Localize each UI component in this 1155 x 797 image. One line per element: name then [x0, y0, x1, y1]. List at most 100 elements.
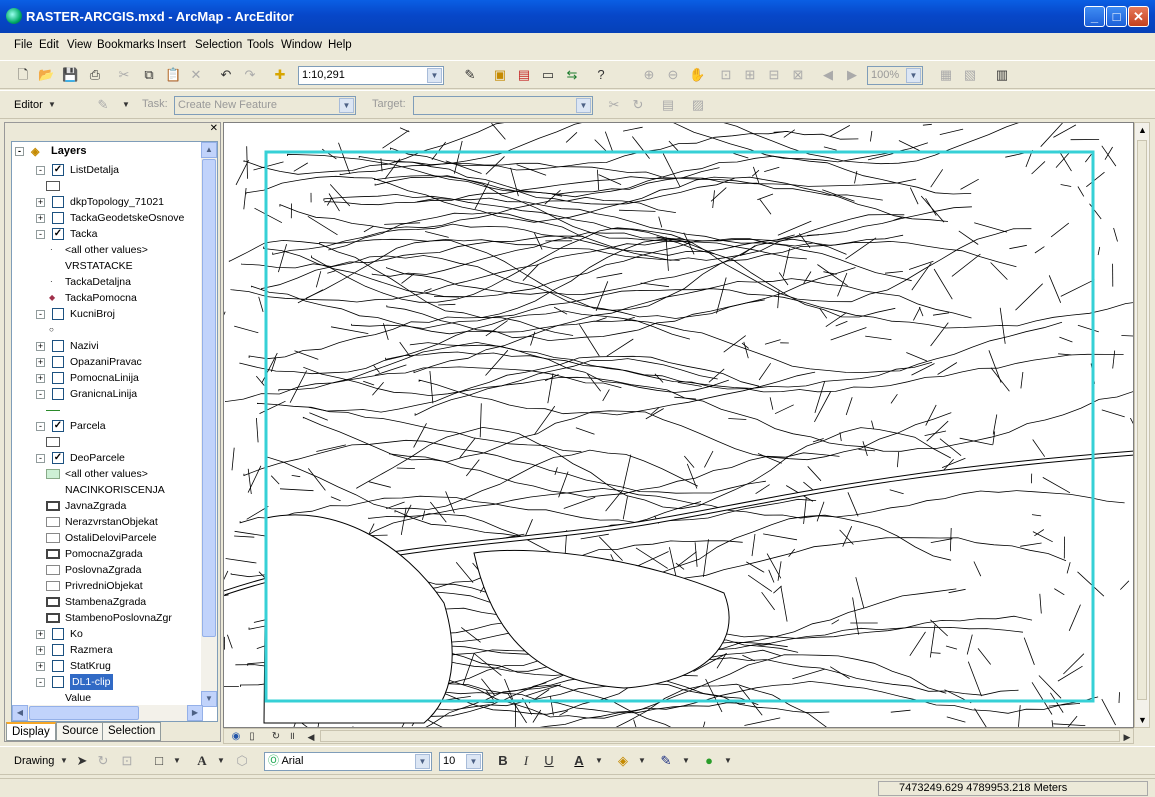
- toc-horizontal-scrollbar[interactable]: ◀ ▶: [12, 705, 203, 721]
- fill-symbol-swatch[interactable]: [46, 565, 60, 575]
- chevron-down-icon[interactable]: ▼: [678, 753, 694, 769]
- expand-icon[interactable]: +: [36, 214, 45, 223]
- layer-row[interactable]: - ✓ Parcela: [12, 418, 202, 434]
- select-elements-icon[interactable]: ➤: [74, 753, 90, 769]
- chevron-down-icon[interactable]: ▼: [118, 97, 134, 113]
- legend-row[interactable]: StambenoPoslovnaZgr: [12, 610, 202, 626]
- expand-icon[interactable]: +: [36, 646, 45, 655]
- line-color-icon[interactable]: ✎: [658, 753, 674, 769]
- layer-name[interactable]: ListDetalja: [70, 162, 119, 178]
- collapse-icon[interactable]: -: [15, 147, 24, 156]
- layer-name[interactable]: KucniBroj: [70, 306, 115, 322]
- print-icon[interactable]: ⎙: [87, 67, 103, 83]
- scroll-thumb[interactable]: [320, 730, 1120, 742]
- fill-symbol-swatch[interactable]: [46, 437, 60, 447]
- menu-window[interactable]: Window: [281, 39, 322, 51]
- layer-row[interactable]: - KucniBroj: [12, 306, 202, 322]
- layer-visibility-checkbox[interactable]: [52, 388, 64, 400]
- point-symbol-icon[interactable]: ·: [50, 242, 53, 258]
- expand-icon[interactable]: +: [36, 198, 45, 207]
- maximize-button[interactable]: □: [1106, 6, 1127, 27]
- fixed-zoom-in-icon[interactable]: ⊞: [742, 67, 758, 83]
- underline-button[interactable]: U: [541, 753, 557, 769]
- layer-visibility-checkbox[interactable]: [52, 308, 64, 320]
- layer-visibility-checkbox[interactable]: ✓: [52, 164, 64, 176]
- fill-symbol-swatch[interactable]: [46, 517, 60, 527]
- expand-icon[interactable]: +: [36, 358, 45, 367]
- scroll-thumb[interactable]: [202, 159, 216, 637]
- legend-row[interactable]: PomocnaZgrada: [12, 546, 202, 562]
- layer-name[interactable]: Razmera: [70, 642, 113, 658]
- legend-row[interactable]: NACINKORISCENJA: [12, 482, 202, 498]
- legend-row[interactable]: OstaliDeloviParcele: [12, 530, 202, 546]
- layer-row[interactable]: + TackaGeodetskeOsnove: [12, 210, 202, 226]
- legend-row[interactable]: [12, 178, 202, 194]
- layer-visibility-checkbox[interactable]: [52, 644, 64, 656]
- tab-selection[interactable]: Selection: [102, 722, 162, 741]
- expand-icon[interactable]: +: [36, 630, 45, 639]
- layer-name[interactable]: GranicnaLinija: [70, 386, 137, 402]
- fill-symbol-swatch[interactable]: [46, 581, 60, 591]
- point-symbol-icon[interactable]: ○: [49, 322, 54, 338]
- fill-symbol-swatch[interactable]: [46, 549, 60, 559]
- pan-icon[interactable]: ✋: [689, 67, 705, 83]
- fill-symbol-swatch[interactable]: [46, 533, 60, 543]
- line-symbol-swatch[interactable]: [46, 410, 60, 411]
- layer-row[interactable]: - DL1-clip: [12, 674, 202, 690]
- toc-vertical-scrollbar[interactable]: ▲ ▼: [201, 142, 217, 707]
- attributes-icon[interactable]: ▤: [660, 97, 676, 113]
- redo-icon[interactable]: ↷: [242, 67, 258, 83]
- layer-row[interactable]: - ✓ Tacka: [12, 226, 202, 242]
- legend-row[interactable]: VRSTATACKE: [12, 258, 202, 274]
- fill-symbol-swatch[interactable]: [46, 613, 60, 623]
- layer-row[interactable]: + OpazaniPravac: [12, 354, 202, 370]
- paste-icon[interactable]: 📋: [165, 67, 181, 83]
- expand-icon[interactable]: +: [36, 374, 45, 383]
- layer-row[interactable]: + dkpTopology_71021: [12, 194, 202, 210]
- layer-name[interactable]: Nazivi: [70, 338, 99, 354]
- collapse-icon[interactable]: -: [36, 390, 45, 399]
- menu-edit[interactable]: Edit: [39, 39, 59, 51]
- expand-icon[interactable]: +: [36, 662, 45, 671]
- menu-tools[interactable]: Tools: [247, 39, 274, 51]
- scroll-left-icon[interactable]: ◀: [12, 705, 28, 721]
- task-combo[interactable]: Create New Feature ▼: [174, 96, 356, 115]
- point-symbol-icon[interactable]: ◆: [49, 290, 55, 306]
- scroll-right-icon[interactable]: ▶: [187, 705, 203, 721]
- scroll-down-icon[interactable]: ▼: [201, 691, 217, 707]
- layer-row[interactable]: + Razmera: [12, 642, 202, 658]
- scroll-thumb[interactable]: [29, 706, 139, 720]
- legend-row[interactable]: <all other values>: [12, 466, 202, 482]
- legend-row[interactable]: StambenaZgrada: [12, 594, 202, 610]
- layer-name[interactable]: OpazaniPravac: [70, 354, 142, 370]
- scroll-up-icon[interactable]: ▲: [1138, 125, 1147, 135]
- point-symbol-icon[interactable]: ·: [50, 274, 53, 290]
- layer-name[interactable]: Parcela: [70, 418, 106, 434]
- fill-symbol-swatch[interactable]: [46, 501, 60, 511]
- marker-color-icon[interactable]: ●: [701, 753, 717, 769]
- minimize-button[interactable]: _: [1084, 6, 1105, 27]
- collapse-icon[interactable]: -: [36, 678, 45, 687]
- zoom-whole-page-icon[interactable]: ⊡: [718, 67, 734, 83]
- undo-icon[interactable]: ↶: [218, 67, 234, 83]
- layer-row[interactable]: - ✓ ListDetalja: [12, 162, 202, 178]
- rotate-tool-icon[interactable]: ↻: [630, 97, 646, 113]
- map-display[interactable]: [223, 122, 1134, 728]
- chevron-down-icon[interactable]: ▼: [591, 753, 607, 769]
- fill-symbol-swatch[interactable]: [46, 597, 60, 607]
- legend-row[interactable]: NerazvrstanObjekat: [12, 514, 202, 530]
- layer-name[interactable]: Ko: [70, 626, 83, 642]
- collapse-icon[interactable]: -: [36, 454, 45, 463]
- legend-row[interactable]: Value: [12, 690, 202, 706]
- layer-name[interactable]: PomocnaLinija: [70, 370, 139, 386]
- fixed-zoom-out-icon[interactable]: ⊟: [766, 67, 782, 83]
- layer-name[interactable]: dkpTopology_71021: [70, 194, 164, 210]
- fill-symbol-swatch[interactable]: [46, 469, 60, 479]
- layer-row[interactable]: - GranicnaLinija: [12, 386, 202, 402]
- chevron-down-icon[interactable]: ▼: [56, 753, 72, 769]
- fill-color-icon[interactable]: ◈: [615, 753, 631, 769]
- text-tool-icon[interactable]: A: [194, 753, 210, 769]
- legend-row[interactable]: · <all other values>: [12, 242, 202, 258]
- data-view-icon[interactable]: ◉: [228, 729, 244, 745]
- collapse-icon[interactable]: -: [36, 230, 45, 239]
